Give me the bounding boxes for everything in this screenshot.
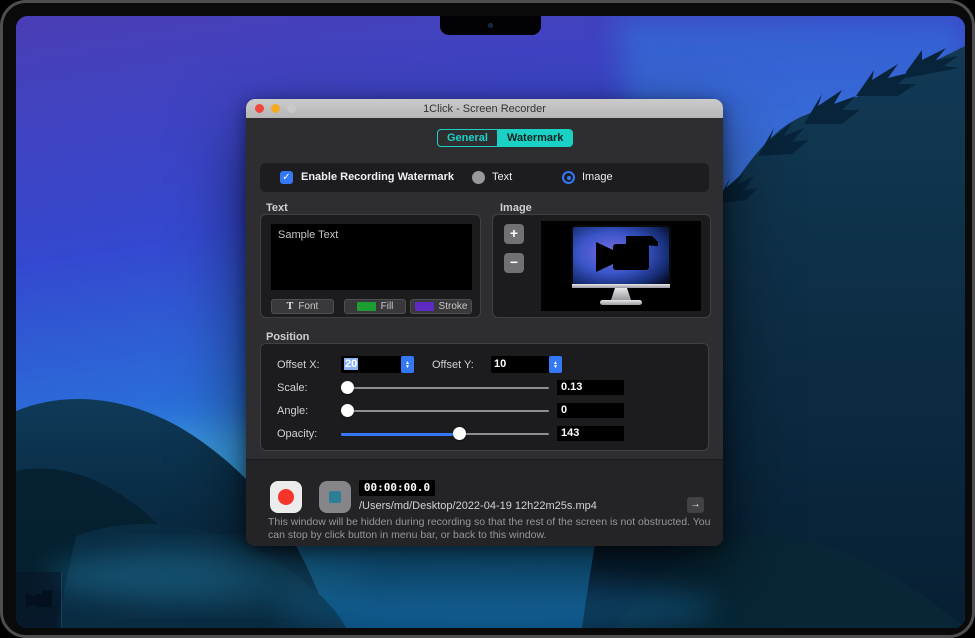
- stop-icon: [329, 491, 341, 503]
- stepper-down-icon: ▼: [405, 365, 410, 369]
- font-button[interactable]: T Font: [271, 299, 334, 314]
- position-section-box: Offset X: 20 ▲ ▼ Offset Y: 10 ▲ ▼ Scale:…: [260, 343, 709, 451]
- scale-slider-thumb[interactable]: [341, 381, 354, 394]
- stop-button[interactable]: [319, 481, 351, 513]
- opacity-slider[interactable]: [341, 433, 549, 435]
- scale-slider[interactable]: [341, 387, 549, 389]
- window-title: 1Click - Screen Recorder: [246, 103, 723, 115]
- camera-monitor-icon: [558, 224, 684, 308]
- scale-value-field[interactable]: 0.13: [557, 380, 624, 395]
- close-button[interactable]: [255, 104, 264, 113]
- opacity-slider-fill: [341, 433, 459, 436]
- tab-general[interactable]: General: [438, 130, 498, 146]
- offset-x-input[interactable]: 20: [341, 356, 401, 373]
- opacity-slider-thumb[interactable]: [453, 427, 466, 440]
- watermark-enable-row: ✓ Enable Recording Watermark Text Image: [260, 163, 709, 192]
- angle-slider[interactable]: [341, 410, 549, 412]
- recording-timer: 00:00:00.0: [359, 480, 435, 496]
- watermark-image-preview: [541, 221, 701, 311]
- app-window: 1Click - Screen Recorder General Waterma…: [246, 99, 723, 546]
- opacity-label: Opacity:: [277, 428, 317, 440]
- stroke-color-button[interactable]: Stroke: [410, 299, 472, 314]
- opacity-value-field[interactable]: 143: [557, 426, 624, 441]
- desktop-camera-watermark: [16, 572, 62, 628]
- check-icon: ✓: [282, 172, 290, 183]
- enable-watermark-checkbox[interactable]: ✓: [280, 171, 293, 184]
- offset-y-label: Offset Y:: [432, 359, 474, 371]
- offset-x-label: Offset X:: [277, 359, 320, 371]
- plus-icon: +: [510, 225, 518, 241]
- recording-note: This window will be hidden during record…: [268, 516, 716, 543]
- tab-watermark[interactable]: Watermark: [498, 130, 572, 146]
- stroke-color-swatch: [415, 302, 434, 311]
- reveal-file-button[interactable]: →: [687, 497, 704, 513]
- enable-watermark-label: Enable Recording Watermark: [301, 171, 454, 183]
- font-button-label: Font: [298, 301, 318, 312]
- radio-text-label[interactable]: Text: [492, 171, 512, 183]
- radio-text[interactable]: [472, 171, 485, 184]
- record-icon: [278, 489, 294, 505]
- traffic-lights: [255, 104, 296, 113]
- font-icon: T: [287, 301, 294, 312]
- camera-watermark-icon: [22, 587, 56, 613]
- angle-label: Angle:: [277, 405, 308, 417]
- minimize-button[interactable]: [271, 104, 280, 113]
- output-file-path: /Users/md/Desktop/2022-04-19 12h22m25s.m…: [359, 500, 597, 512]
- image-zoom-out-button[interactable]: −: [504, 253, 524, 273]
- tab-bar: General Watermark: [437, 129, 573, 147]
- image-section-label: Image: [500, 202, 532, 214]
- angle-slider-thumb[interactable]: [341, 404, 354, 417]
- fill-button-label: Fill: [381, 301, 394, 312]
- radio-image-label[interactable]: Image: [582, 171, 613, 183]
- arrow-right-icon: →: [691, 499, 701, 510]
- stepper-down-icon: ▼: [553, 365, 558, 369]
- zoom-button[interactable]: [287, 104, 296, 113]
- desktop-screen: 1Click - Screen Recorder General Waterma…: [16, 16, 965, 628]
- text-section-box: Sample Text T Font Fill Stroke: [260, 214, 481, 318]
- fill-color-button[interactable]: Fill: [344, 299, 406, 314]
- camera-notch: [440, 16, 541, 35]
- record-button[interactable]: [270, 481, 302, 513]
- minus-icon: −: [510, 254, 518, 270]
- watermark-text-input[interactable]: Sample Text: [271, 224, 472, 290]
- recording-footer: 00:00:00.0 /Users/md/Desktop/2022-04-19 …: [246, 459, 723, 546]
- webcam-icon: [488, 23, 493, 28]
- offset-x-stepper[interactable]: ▲ ▼: [401, 356, 414, 373]
- angle-value-field[interactable]: 0: [557, 403, 624, 418]
- window-titlebar[interactable]: 1Click - Screen Recorder: [246, 99, 723, 118]
- stroke-button-label: Stroke: [439, 301, 468, 312]
- text-section-label: Text: [266, 202, 288, 214]
- fill-color-swatch: [357, 302, 376, 311]
- radio-image[interactable]: [562, 171, 575, 184]
- offset-y-input[interactable]: 10: [491, 356, 549, 373]
- laptop-bezel: 1Click - Screen Recorder General Waterma…: [0, 0, 975, 638]
- scale-label: Scale:: [277, 382, 308, 394]
- image-section-box: + −: [492, 214, 711, 318]
- position-section-label: Position: [266, 331, 309, 343]
- image-zoom-in-button[interactable]: +: [504, 224, 524, 244]
- offset-y-stepper[interactable]: ▲ ▼: [549, 356, 562, 373]
